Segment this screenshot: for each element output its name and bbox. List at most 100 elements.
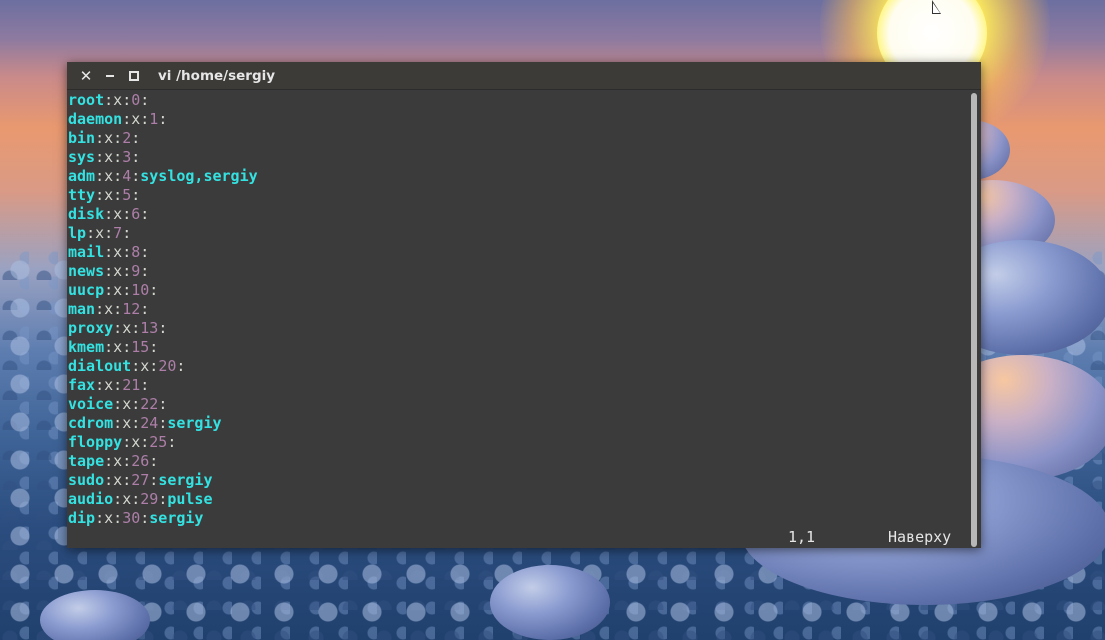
file-line[interactable]: voice:x:22: bbox=[68, 395, 258, 414]
field-separator: : bbox=[122, 224, 132, 242]
field-separator: : bbox=[122, 281, 132, 299]
field-separator: : bbox=[131, 357, 141, 375]
maximize-icon[interactable] bbox=[122, 62, 146, 89]
field-separator: : bbox=[104, 281, 114, 299]
window-titlebar[interactable]: ✕ vi /home/sergiy bbox=[67, 62, 981, 90]
field-separator: : bbox=[140, 91, 150, 109]
group-id: 13 bbox=[140, 319, 159, 337]
file-line[interactable]: tty:x:5: bbox=[68, 186, 258, 205]
group-name: floppy bbox=[68, 433, 123, 451]
field-separator: : bbox=[149, 281, 159, 299]
scrollbar[interactable] bbox=[971, 93, 977, 547]
field-separator: : bbox=[122, 91, 132, 109]
field-separator: : bbox=[149, 357, 159, 375]
group-name: sys bbox=[68, 148, 96, 166]
file-line[interactable]: cdrom:x:24:sergiy bbox=[68, 414, 258, 433]
group-password: x bbox=[122, 414, 132, 432]
field-separator: : bbox=[158, 395, 168, 413]
field-separator: : bbox=[140, 376, 150, 394]
field-separator: : bbox=[158, 110, 168, 128]
mouse-pointer-icon bbox=[932, 0, 941, 14]
group-id: 3 bbox=[122, 148, 132, 166]
minimize-icon[interactable] bbox=[98, 62, 122, 89]
field-separator: : bbox=[113, 319, 123, 337]
field-separator: : bbox=[104, 205, 114, 223]
field-separator: : bbox=[122, 262, 132, 280]
field-separator: : bbox=[104, 224, 114, 242]
group-password: x bbox=[104, 148, 114, 166]
file-line[interactable]: man:x:12: bbox=[68, 300, 258, 319]
group-password: x bbox=[104, 300, 114, 318]
group-name: voice bbox=[68, 395, 114, 413]
group-name: bin bbox=[68, 129, 96, 147]
field-separator: : bbox=[140, 243, 150, 261]
group-id: 7 bbox=[113, 224, 123, 242]
group-name: tape bbox=[68, 452, 105, 470]
file-line[interactable]: sudo:x:27:sergiy bbox=[68, 471, 258, 490]
file-line[interactable]: bin:x:2: bbox=[68, 129, 258, 148]
field-separator: : bbox=[131, 186, 141, 204]
file-line[interactable]: kmem:x:15: bbox=[68, 338, 258, 357]
file-line[interactable]: daemon:x:1: bbox=[68, 110, 258, 129]
field-separator: : bbox=[131, 167, 141, 185]
close-icon[interactable]: ✕ bbox=[74, 62, 98, 89]
group-id: 30 bbox=[122, 509, 141, 527]
group-id: 27 bbox=[131, 471, 150, 489]
group-name: root bbox=[68, 91, 105, 109]
field-separator: : bbox=[113, 148, 123, 166]
file-line[interactable]: lp:x:7: bbox=[68, 224, 258, 243]
group-password: x bbox=[131, 110, 141, 128]
file-line[interactable]: news:x:9: bbox=[68, 262, 258, 281]
group-name: dip bbox=[68, 509, 96, 527]
field-separator: : bbox=[131, 395, 141, 413]
file-line[interactable]: sys:x:3: bbox=[68, 148, 258, 167]
field-separator: : bbox=[158, 490, 168, 508]
group-id: 20 bbox=[158, 357, 177, 375]
file-line[interactable]: proxy:x:13: bbox=[68, 319, 258, 338]
group-password: x bbox=[113, 471, 123, 489]
field-separator: : bbox=[140, 300, 150, 318]
group-password: x bbox=[122, 395, 132, 413]
field-separator: : bbox=[113, 376, 123, 394]
cursor-position: 1,1 bbox=[788, 528, 816, 546]
field-separator: : bbox=[149, 452, 159, 470]
file-line[interactable]: adm:x:4:syslog,sergiy bbox=[68, 167, 258, 186]
field-separator: : bbox=[131, 490, 141, 508]
group-id: 4 bbox=[122, 167, 132, 185]
field-separator: : bbox=[131, 129, 141, 147]
group-password: x bbox=[95, 224, 105, 242]
field-separator: : bbox=[104, 452, 114, 470]
group-name: proxy bbox=[68, 319, 114, 337]
field-separator: : bbox=[158, 319, 168, 337]
field-separator: : bbox=[104, 338, 114, 356]
field-separator: : bbox=[140, 205, 150, 223]
terminal-window[interactable]: ✕ vi /home/sergiy root:x:0: daemon:x:1: bi… bbox=[67, 62, 981, 548]
field-separator: : bbox=[104, 471, 114, 489]
group-name: audio bbox=[68, 490, 114, 508]
group-password: x bbox=[113, 262, 123, 280]
file-line[interactable]: audio:x:29:pulse bbox=[68, 490, 258, 509]
group-password: x bbox=[122, 319, 132, 337]
group-password: x bbox=[113, 91, 123, 109]
file-line[interactable]: dialout:x:20: bbox=[68, 357, 258, 376]
file-line[interactable]: fax:x:21: bbox=[68, 376, 258, 395]
file-line[interactable]: disk:x:6: bbox=[68, 205, 258, 224]
file-line[interactable]: root:x:0: bbox=[68, 91, 258, 110]
file-line[interactable]: tape:x:26: bbox=[68, 452, 258, 471]
field-separator: : bbox=[140, 433, 150, 451]
window-title: vi /home/sergiy bbox=[158, 67, 276, 84]
group-password: x bbox=[104, 167, 114, 185]
file-line[interactable]: dip:x:30:sergiy bbox=[68, 509, 258, 528]
vi-editor[interactable]: root:x:0: daemon:x:1: bin:x:2: sys:x:3: adm:… bbox=[67, 90, 981, 548]
file-line[interactable]: uucp:x:10: bbox=[68, 281, 258, 300]
group-id: 1 bbox=[149, 110, 159, 128]
group-password: x bbox=[113, 205, 123, 223]
group-password: x bbox=[140, 357, 150, 375]
stone bbox=[490, 565, 610, 640]
file-line[interactable]: floppy:x:25: bbox=[68, 433, 258, 452]
file-line[interactable]: mail:x:8: bbox=[68, 243, 258, 262]
file-content[interactable]: root:x:0: daemon:x:1: bin:x:2: sys:x:3: adm:… bbox=[68, 91, 258, 528]
group-name: sudo bbox=[68, 471, 105, 489]
field-separator: : bbox=[104, 91, 114, 109]
group-name: man bbox=[68, 300, 96, 318]
